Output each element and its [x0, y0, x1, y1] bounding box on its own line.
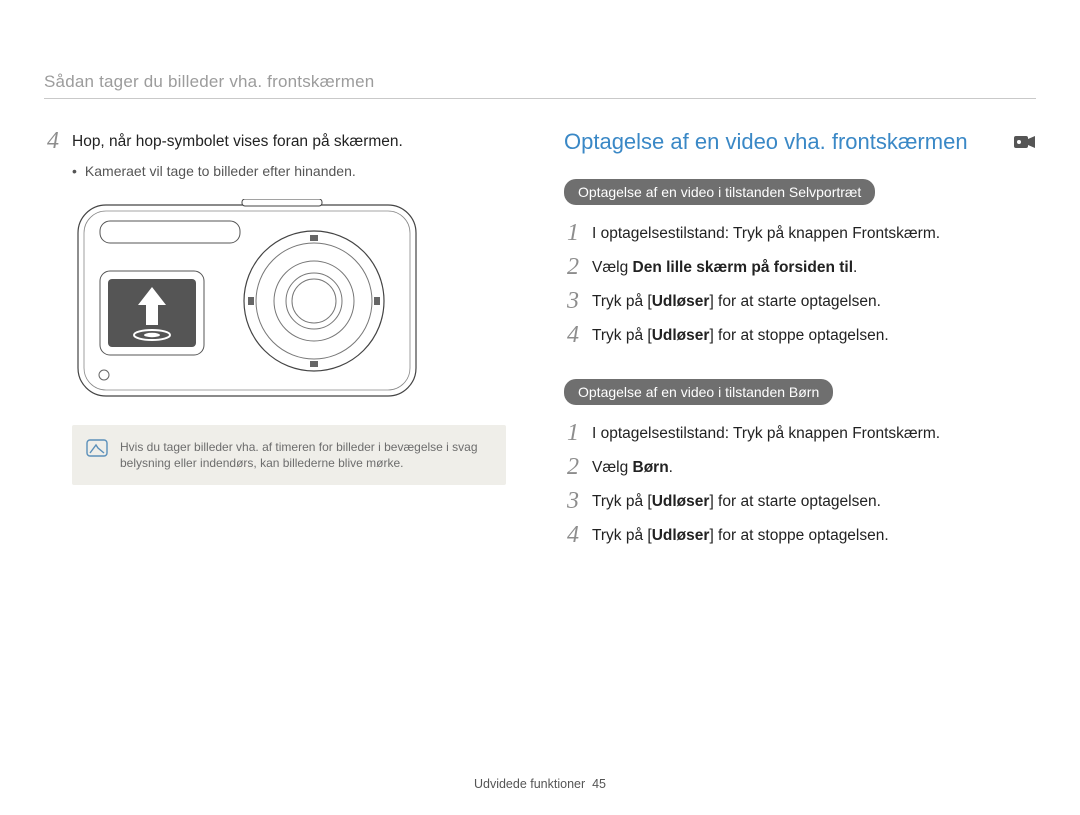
step-b3: 3 Tryk på [Udløser] for at starte optage…	[564, 489, 1036, 513]
step-number: 3	[564, 289, 582, 313]
step-text: Tryk på [Udløser] for at stoppe optagels…	[592, 523, 889, 547]
step-b1: 1 I optagelsestilstand: Tryk på knappen …	[564, 421, 1036, 445]
step-number: 4	[44, 129, 62, 153]
step-text: Tryk på [Udløser] for at starte optagels…	[592, 289, 881, 313]
step-number: 2	[564, 255, 582, 279]
step-number: 3	[564, 489, 582, 513]
step-text: Tryk på [Udløser] for at stoppe optagels…	[592, 323, 889, 347]
camera-illustration	[72, 199, 422, 402]
step-text: Vælg Den lille skærm på forsiden til.	[592, 255, 857, 279]
footer-page-number: 45	[592, 777, 606, 791]
bullet-text: Kameraet vil tage to billeder efter hina…	[85, 163, 356, 179]
bullet-dot-icon: •	[72, 163, 77, 179]
step-number: 1	[564, 221, 582, 245]
two-column-layout: 4 Hop, når hop-symbolet vises foran på s…	[44, 129, 1036, 579]
note-text: Hvis du tager billeder vha. af timeren f…	[120, 439, 492, 471]
step-b2: 2 Vælg Børn.	[564, 455, 1036, 479]
right-heading-text: Optagelse af en video vha. frontskærmen	[564, 129, 968, 155]
manual-page: Sådan tager du billeder vha. frontskærme…	[0, 0, 1080, 579]
note-icon	[86, 439, 108, 457]
step-a4: 4 Tryk på [Udløser] for at stoppe optage…	[564, 323, 1036, 347]
step-number: 2	[564, 455, 582, 479]
subsection-pill-children: Optagelse af en video i tilstanden Børn	[564, 379, 833, 405]
note-box: Hvis du tager billeder vha. af timeren f…	[72, 425, 506, 485]
step-text: I optagelsestilstand: Tryk på knappen Fr…	[592, 421, 940, 445]
video-mode-icon	[1014, 134, 1036, 150]
step-a3: 3 Tryk på [Udløser] for at starte optage…	[564, 289, 1036, 313]
subsection-pill-selfportrait: Optagelse af en video i tilstanden Selvp…	[564, 179, 875, 205]
step-4: 4 Hop, når hop-symbolet vises foran på s…	[44, 129, 516, 153]
step-number: 4	[564, 523, 582, 547]
step-a1: 1 I optagelsestilstand: Tryk på knappen …	[564, 221, 1036, 245]
step-text: I optagelsestilstand: Tryk på knappen Fr…	[592, 221, 940, 245]
step-number: 4	[564, 323, 582, 347]
step-text: Hop, når hop-symbolet vises foran på skæ…	[72, 129, 403, 153]
section-header: Sådan tager du billeder vha. frontskærme…	[44, 72, 1036, 99]
step-text: Vælg Børn.	[592, 455, 673, 479]
right-heading: Optagelse af en video vha. frontskærmen	[564, 129, 1036, 155]
footer-label: Udvidede funktioner	[474, 777, 585, 791]
step-number: 1	[564, 421, 582, 445]
right-column: Optagelse af en video vha. frontskærmen …	[564, 129, 1036, 579]
bullet-note: • Kameraet vil tage to billeder efter hi…	[72, 163, 516, 179]
step-a2: 2 Vælg Den lille skærm på forsiden til.	[564, 255, 1036, 279]
selfportrait-section: Optagelse af en video i tilstanden Selvp…	[564, 179, 1036, 347]
left-column: 4 Hop, når hop-symbolet vises foran på s…	[44, 129, 516, 579]
page-footer: Udvidede funktioner 45	[0, 777, 1080, 791]
step-b4: 4 Tryk på [Udløser] for at stoppe optage…	[564, 523, 1036, 547]
step-text: Tryk på [Udløser] for at starte optagels…	[592, 489, 881, 513]
children-section: Optagelse af en video i tilstanden Børn …	[564, 379, 1036, 547]
